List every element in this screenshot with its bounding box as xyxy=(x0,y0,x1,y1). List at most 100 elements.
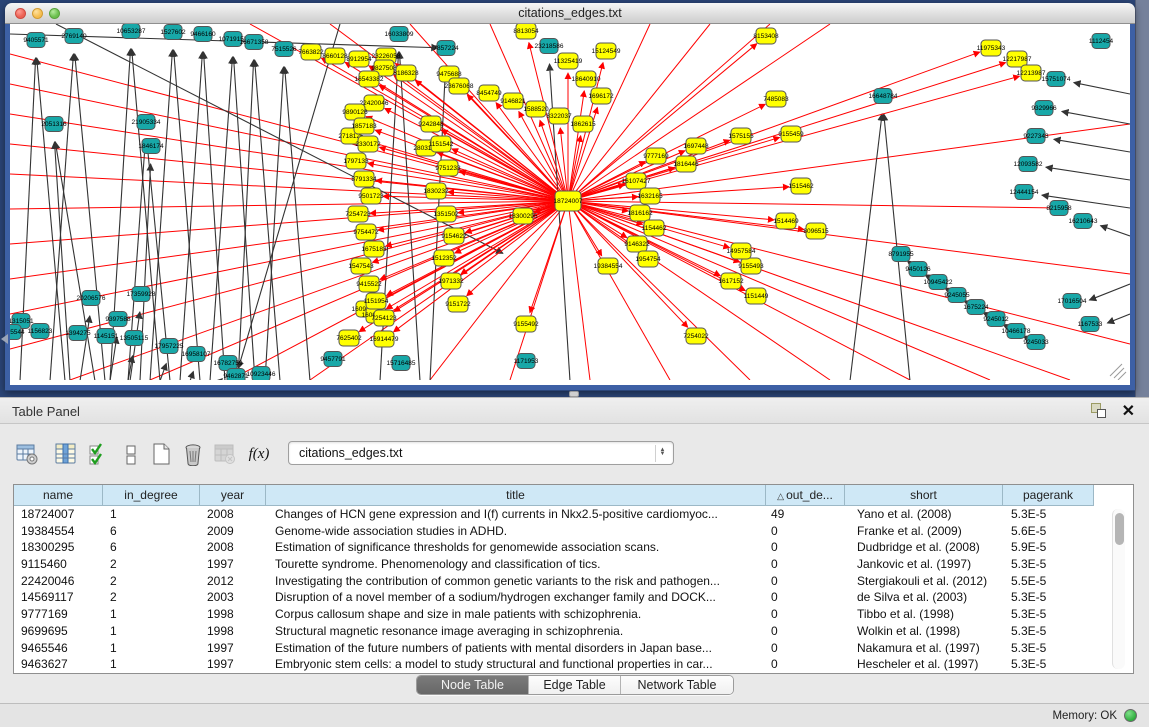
new-table-icon[interactable] xyxy=(146,439,176,469)
cell-short[interactable]: Franke et al. (2009) xyxy=(845,523,1003,540)
tab-node-table[interactable]: Node Table xyxy=(417,676,529,694)
cell-out_de[interactable]: 0 xyxy=(766,606,845,623)
cell-out_de[interactable]: 49 xyxy=(766,506,845,523)
table-row[interactable]: 946554611997Estimation of the future num… xyxy=(14,640,1109,657)
table-settings-icon[interactable] xyxy=(12,439,42,469)
cell-title[interactable]: Investigating the contribution of common… xyxy=(266,573,766,590)
cell-name[interactable]: 22420046 xyxy=(14,573,103,590)
cell-short[interactable]: Nakamura et al. (1997) xyxy=(845,640,1003,657)
cell-title[interactable]: Structural magnetic resonance image aver… xyxy=(266,623,766,640)
tab-network-table[interactable]: Network Table xyxy=(621,676,733,694)
cell-name[interactable]: 9699695 xyxy=(14,623,103,640)
cell-in_degree[interactable]: 6 xyxy=(103,523,200,540)
table-source-select[interactable]: citations_edges.txt ▲▼ xyxy=(288,441,674,465)
table-row[interactable]: 946362711997Embryonic stem cells: a mode… xyxy=(14,656,1109,673)
table-row[interactable]: 911546021997Tourette syndrome. Phenomeno… xyxy=(14,556,1109,573)
column-header-title[interactable]: title xyxy=(266,485,766,506)
show-column-icon[interactable] xyxy=(51,439,81,469)
delete-table-icon[interactable] xyxy=(210,439,240,469)
cell-short[interactable]: Jankovic et al. (1997) xyxy=(845,556,1003,573)
cell-title[interactable]: Genome-wide association studies in ADHD. xyxy=(266,523,766,540)
cell-in_degree[interactable]: 1 xyxy=(103,606,200,623)
cell-out_de[interactable]: 0 xyxy=(766,656,845,673)
table-row[interactable]: 1456911722003Disruption of a novel membe… xyxy=(14,589,1109,606)
cell-in_degree[interactable]: 1 xyxy=(103,640,200,657)
cell-pagerank[interactable]: 5.3E-5 xyxy=(1003,506,1094,523)
cell-year[interactable]: 1998 xyxy=(200,623,266,640)
cell-short[interactable]: de Silva et al. (2003) xyxy=(845,589,1003,606)
cell-out_de[interactable]: 0 xyxy=(766,589,845,606)
table-scrollbar-thumb[interactable] xyxy=(1115,513,1124,545)
network-window-titlebar[interactable]: citations_edges.txt xyxy=(5,3,1135,24)
cell-year[interactable]: 2012 xyxy=(200,573,266,590)
column-header-short[interactable]: short xyxy=(845,485,1003,506)
cell-out_de[interactable]: 0 xyxy=(766,523,845,540)
cell-out_de[interactable]: 0 xyxy=(766,539,845,556)
cell-in_degree[interactable]: 1 xyxy=(103,656,200,673)
cell-year[interactable]: 2008 xyxy=(200,506,266,523)
cell-pagerank[interactable]: 5.3E-5 xyxy=(1003,606,1094,623)
column-header-pagerank[interactable]: pagerank xyxy=(1003,485,1094,506)
memory-ok-indicator-icon[interactable] xyxy=(1124,709,1137,722)
cell-pagerank[interactable]: 5.9E-5 xyxy=(1003,539,1094,556)
close-panel-icon[interactable]: ✕ xyxy=(1122,401,1135,421)
cell-pagerank[interactable]: 5.3E-5 xyxy=(1003,589,1094,606)
cell-in_degree[interactable]: 1 xyxy=(103,506,200,523)
cell-pagerank[interactable]: 5.3E-5 xyxy=(1003,640,1094,657)
cell-year[interactable]: 2003 xyxy=(200,589,266,606)
cell-pagerank[interactable]: 5.3E-5 xyxy=(1003,623,1094,640)
node-table[interactable]: namein_degreeyeartitle△out_de...shortpag… xyxy=(13,484,1134,674)
cell-year[interactable]: 1997 xyxy=(200,556,266,573)
cell-name[interactable]: 18300295 xyxy=(14,539,103,556)
cell-year[interactable]: 1997 xyxy=(200,640,266,657)
cell-short[interactable]: Wolkin et al. (1998) xyxy=(845,623,1003,640)
table-scrollbar[interactable] xyxy=(1112,509,1125,669)
cell-year[interactable]: 2009 xyxy=(200,523,266,540)
cell-title[interactable]: Tourette syndrome. Phenomenology and cla… xyxy=(266,556,766,573)
cell-name[interactable]: 9777169 xyxy=(14,606,103,623)
cell-title[interactable]: Disruption of a novel member of a sodium… xyxy=(266,589,766,606)
cell-year[interactable]: 2008 xyxy=(200,539,266,556)
cell-in_degree[interactable]: 2 xyxy=(103,556,200,573)
column-header-out_de[interactable]: △out_de... xyxy=(766,485,845,506)
cell-name[interactable]: 14569117 xyxy=(14,589,103,606)
table-row[interactable]: 2242004622012Investigating the contribut… xyxy=(14,573,1109,590)
table-row[interactable]: 969969511998Structural magnetic resonanc… xyxy=(14,623,1109,640)
cell-year[interactable]: 1998 xyxy=(200,606,266,623)
cell-title[interactable]: Estimation of the future numbers of pati… xyxy=(266,640,766,657)
cell-title[interactable]: Embryonic stem cells: a model to study s… xyxy=(266,656,766,673)
cell-title[interactable]: Corpus callosum shape and size in male p… xyxy=(266,606,766,623)
cell-short[interactable]: Dudbridge et al. (2008) xyxy=(845,539,1003,556)
cell-pagerank[interactable]: 5.3E-5 xyxy=(1003,656,1094,673)
tab-edge-table[interactable]: Edge Table xyxy=(529,676,621,694)
table-row[interactable]: 977716911998Corpus callosum shape and si… xyxy=(14,606,1109,623)
cell-pagerank[interactable]: 5.6E-5 xyxy=(1003,523,1094,540)
select-all-icon[interactable] xyxy=(84,439,114,469)
function-builder-icon[interactable]: f(x) xyxy=(244,439,274,469)
table-row[interactable]: 1938455462009Genome-wide association stu… xyxy=(14,523,1109,540)
cell-in_degree[interactable]: 2 xyxy=(103,573,200,590)
collapse-panel-arrow-icon[interactable] xyxy=(1,334,8,344)
cell-name[interactable]: 9463627 xyxy=(14,656,103,673)
delete-attribute-icon[interactable] xyxy=(178,439,208,469)
cell-short[interactable]: Yano et al. (2008) xyxy=(845,506,1003,523)
cell-out_de[interactable]: 0 xyxy=(766,573,845,590)
column-header-in_degree[interactable]: in_degree xyxy=(103,485,200,506)
cell-in_degree[interactable]: 6 xyxy=(103,539,200,556)
column-header-name[interactable]: name xyxy=(14,485,103,506)
cell-title[interactable]: Changes of HCN gene expression and I(f) … xyxy=(266,506,766,523)
cell-name[interactable]: 19384554 xyxy=(14,523,103,540)
cell-pagerank[interactable]: 5.5E-5 xyxy=(1003,573,1094,590)
cell-name[interactable]: 9465546 xyxy=(14,640,103,657)
cell-short[interactable]: Stergiakouli et al. (2012) xyxy=(845,573,1003,590)
table-row[interactable]: 1872400712008Changes of HCN gene express… xyxy=(14,506,1109,523)
cell-name[interactable]: 9115460 xyxy=(14,556,103,573)
cell-out_de[interactable]: 0 xyxy=(766,640,845,657)
cell-in_degree[interactable]: 2 xyxy=(103,589,200,606)
cell-name[interactable]: 18724007 xyxy=(14,506,103,523)
cell-short[interactable]: Tibbo et al. (1998) xyxy=(845,606,1003,623)
cell-out_de[interactable]: 0 xyxy=(766,623,845,640)
cell-year[interactable]: 1997 xyxy=(200,656,266,673)
cell-short[interactable]: Hescheler et al. (1997) xyxy=(845,656,1003,673)
network-canvas[interactable]: 1872400786601288912954232260589827508165… xyxy=(10,24,1130,380)
